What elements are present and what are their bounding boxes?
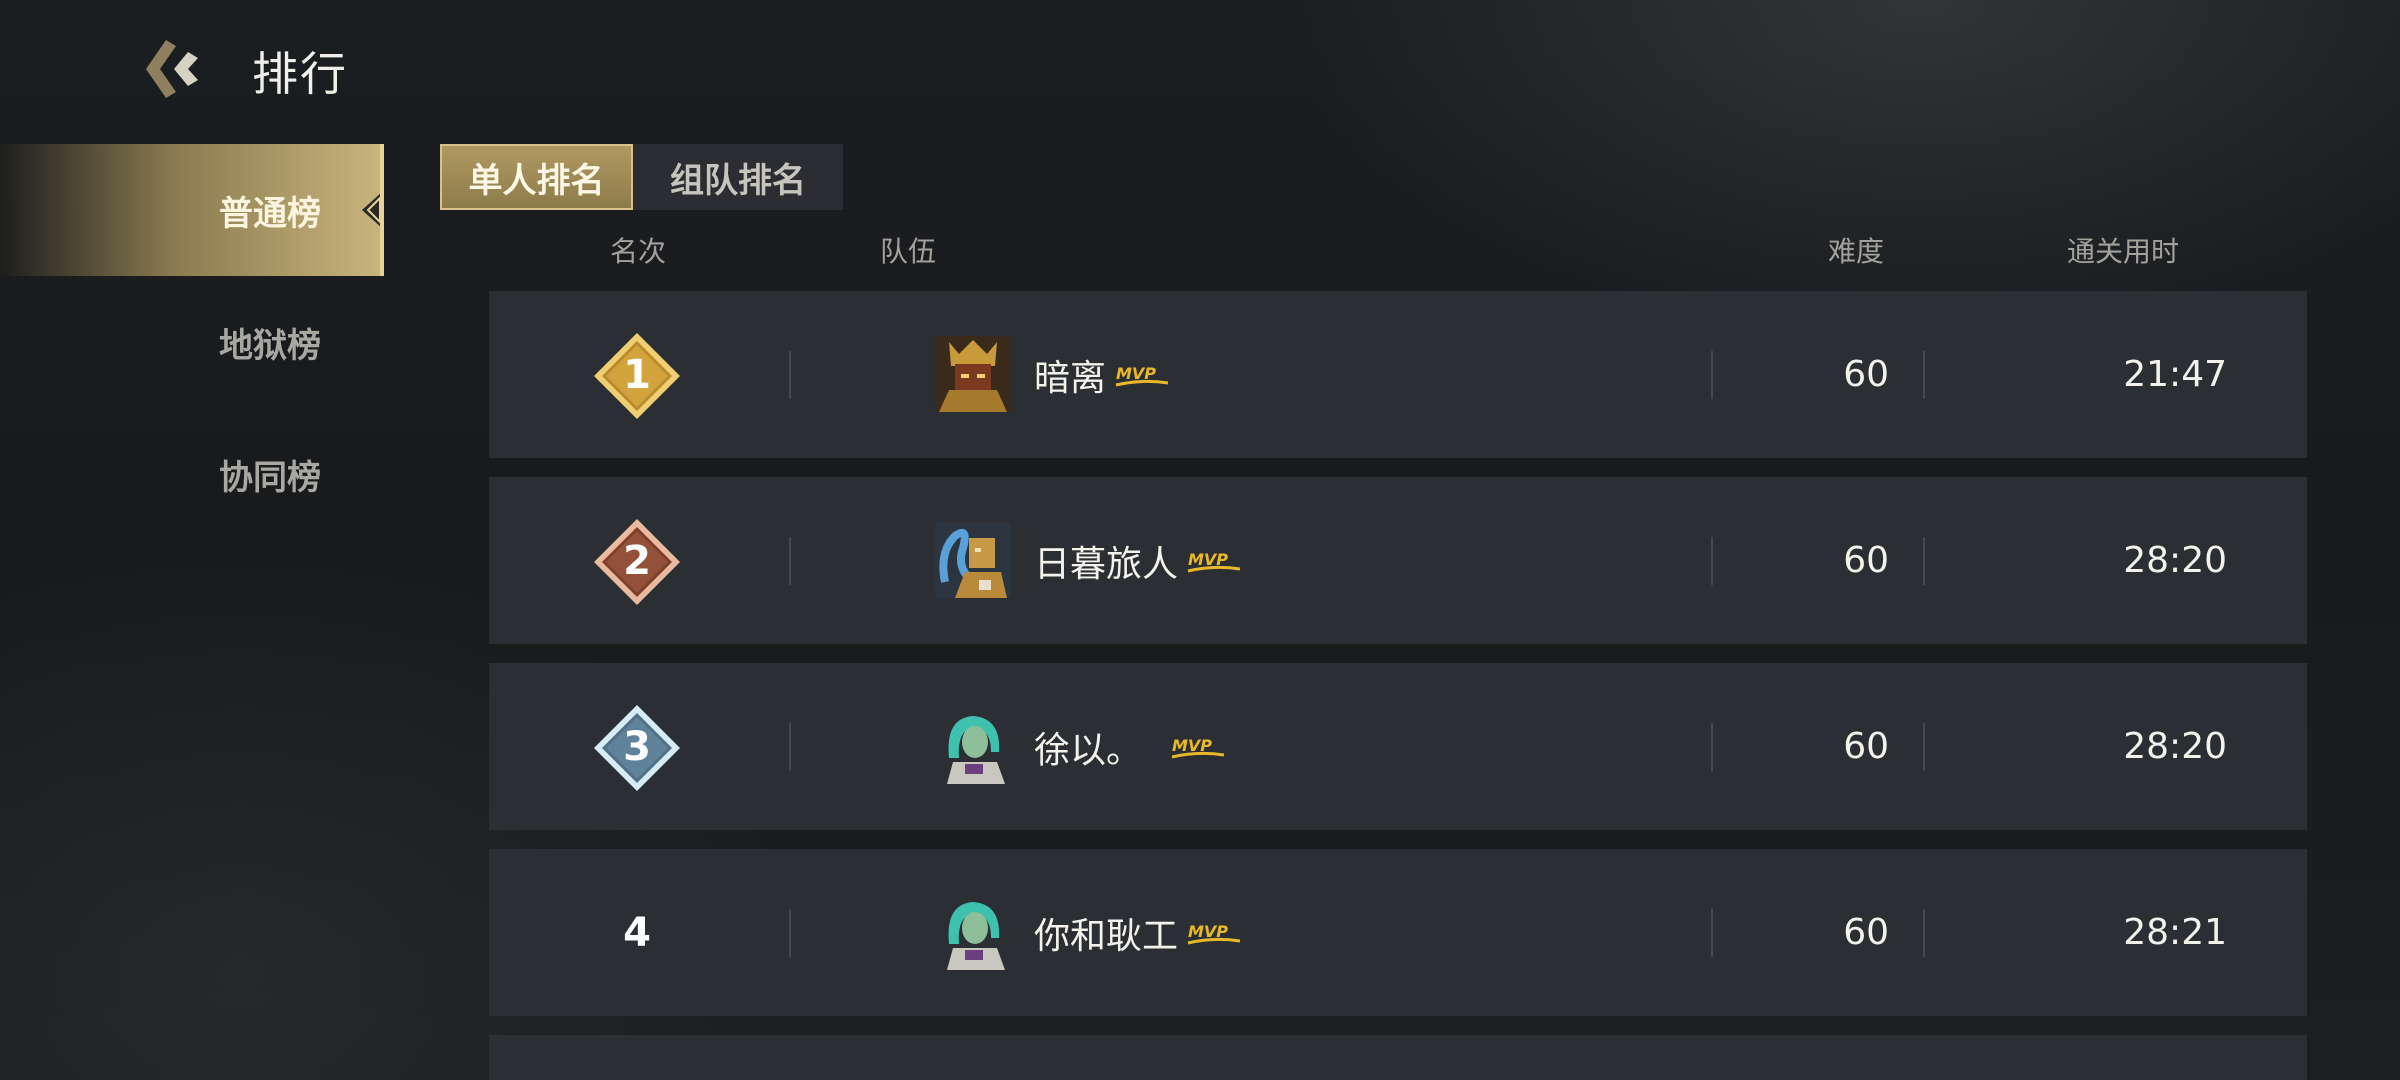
tab-team-ranking[interactable]: 组队排名 — [633, 144, 843, 210]
mvp-badge-icon: MVP — [1171, 736, 1225, 758]
player-name-text: 暗离 — [1034, 357, 1107, 399]
ranking-row[interactable] — [489, 1035, 2307, 1080]
divider — [1923, 909, 1925, 957]
armored-knight-avatar[interactable] — [935, 336, 1011, 412]
ranking-tabs: 单人排名 组队排名 — [440, 144, 843, 210]
teal-haired-avatar[interactable] — [935, 708, 1011, 784]
player-name-text: 你和耿工 — [1034, 915, 1179, 957]
mvp-badge-icon: MVP — [1187, 922, 1241, 944]
serpent-warrior-avatar[interactable] — [935, 522, 1011, 598]
teal-haired-avatar[interactable] — [935, 894, 1011, 970]
sidebar-item-label: 协同榜 — [219, 457, 321, 498]
rank-number: 1 — [623, 351, 651, 398]
player-name: 日暮旅人 MVP — [1034, 477, 1242, 644]
divider — [789, 909, 791, 957]
divider — [1923, 723, 1925, 771]
clear-time-value: 28:20 — [2123, 726, 2227, 767]
sidebar-item-coop[interactable]: 协同榜 — [0, 408, 384, 540]
clear-time-value: 28:21 — [2123, 912, 2227, 953]
divider — [1711, 723, 1713, 771]
player-name: 暗离 MVP — [1034, 291, 1170, 458]
clear-time-value: 21:47 — [2123, 354, 2227, 395]
divider — [1711, 351, 1713, 399]
selection-marker-icon — [362, 192, 382, 228]
sidebar-item-normal[interactable]: 普通榜 — [0, 144, 384, 276]
ranking-row[interactable]: 4 你和耿工 MVP 60 28:21 — [489, 849, 2307, 1016]
column-header-time: 通关用时 — [2067, 235, 2180, 268]
rank-number: 3 — [623, 723, 651, 770]
difficulty-value: 60 — [1843, 540, 1889, 581]
player-name: 徐以。 MVP — [1034, 663, 1226, 830]
ranking-row[interactable]: 3 徐以。 MVP 60 28:20 — [489, 663, 2307, 830]
sidebar-item-label: 普通榜 — [219, 193, 321, 234]
divider — [789, 723, 791, 771]
ranking-row[interactable]: 1 暗离 MVP 60 21:47 — [489, 291, 2307, 458]
player-name-text: 徐以。 — [1034, 729, 1143, 771]
clear-time-value: 28:20 — [2123, 540, 2227, 581]
column-header-difficulty: 难度 — [1828, 235, 1885, 268]
divider — [789, 537, 791, 585]
mvp-badge-icon: MVP — [1115, 364, 1169, 386]
page-title: 排行 — [252, 47, 348, 101]
tab-solo-ranking[interactable]: 单人排名 — [440, 144, 633, 210]
divider — [789, 351, 791, 399]
back-arrow-icon[interactable] — [138, 34, 208, 104]
column-header-rank: 名次 — [610, 235, 667, 268]
divider — [1923, 351, 1925, 399]
mvp-badge-icon: MVP — [1187, 550, 1241, 572]
divider — [1711, 537, 1713, 585]
ranking-row[interactable]: 2 日暮旅人 MVP 60 28:20 — [489, 477, 2307, 644]
player-name-text: 日暮旅人 — [1034, 543, 1179, 585]
column-header-team: 队伍 — [880, 235, 937, 268]
difficulty-value: 60 — [1843, 354, 1889, 395]
divider — [1923, 537, 1925, 585]
difficulty-value: 60 — [1843, 726, 1889, 767]
difficulty-value: 60 — [1843, 912, 1889, 953]
sidebar-item-hell[interactable]: 地狱榜 — [0, 276, 384, 408]
sidebar-item-label: 地狱榜 — [219, 325, 321, 366]
player-name: 你和耿工 MVP — [1034, 849, 1242, 1016]
rank-number: 4 — [623, 909, 651, 956]
divider — [1711, 909, 1713, 957]
rank-number: 2 — [623, 537, 651, 584]
